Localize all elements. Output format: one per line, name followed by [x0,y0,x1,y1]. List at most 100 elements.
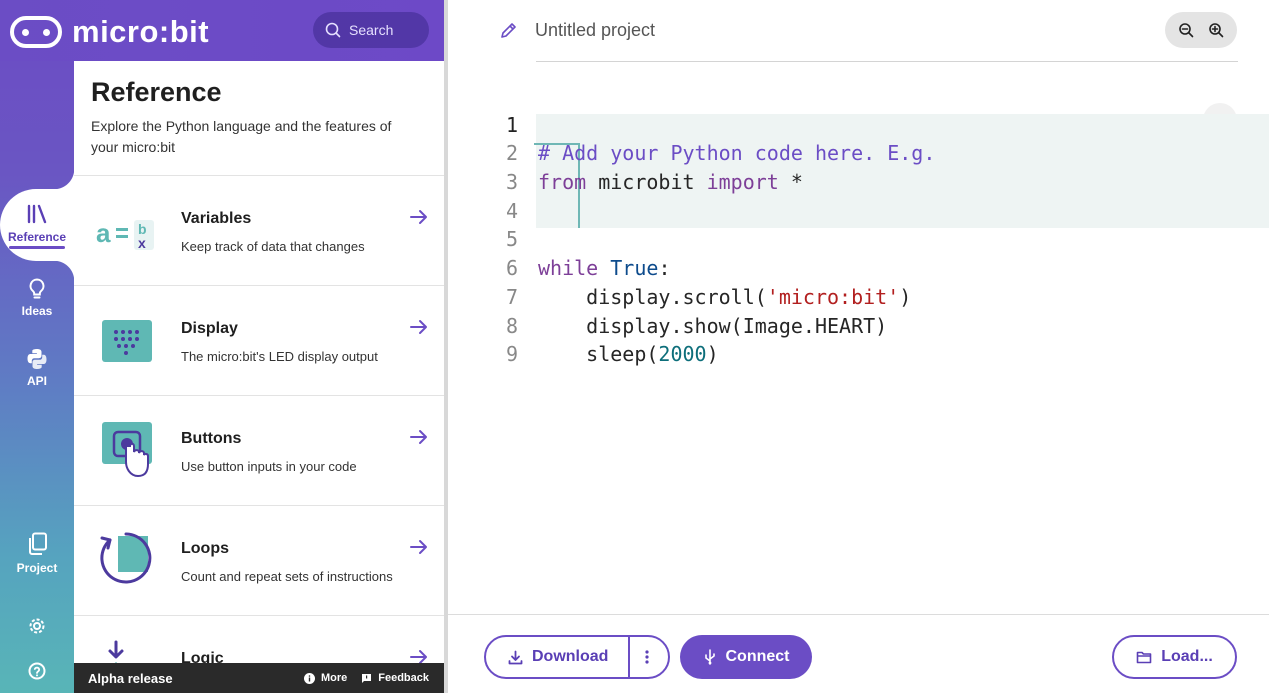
code-text: sleep(2000) [538,340,719,369]
brand-name: micro:bit [72,14,210,49]
nav-active-underline [9,246,65,249]
search-label: Search [349,22,394,38]
feedback-link-label: Feedback [378,672,429,684]
nav-project-label: Project [16,561,58,575]
more-actions-button[interactable] [634,650,668,664]
editor-area: Untitled project 1 # Add your Python cod… [448,0,1269,693]
gear-icon [29,618,45,634]
usb-icon [704,649,715,665]
release-bar: Alpha release More Feedback [74,663,444,693]
reference-item-display[interactable]: Display The micro:bit's LED display outp… [74,285,444,395]
code-line: 8 sleep(2000) [448,283,1269,367]
python-icon [27,349,47,369]
lightbulb-icon [29,278,45,299]
pencil-icon [501,23,516,38]
code-token: sleep( [538,342,659,367]
code-line: 4 [448,168,1269,223]
logic-icon [108,640,124,663]
search-icon [325,22,341,38]
download-button[interactable]: Download [484,635,670,679]
button-press-icon [102,422,152,478]
files-icon [29,532,47,555]
svg-text:x: x [138,235,146,251]
reference-item-title: Display [181,320,238,337]
actions-divider [448,614,1269,615]
code-line: 7 display.show(Image.HEART) [448,254,1269,338]
top-bar: micro:bit Search [0,0,444,61]
arrow-right-icon [410,650,427,663]
nav-reference-label: Reference [7,230,67,244]
settings-button[interactable] [0,617,74,635]
release-label: Alpha release [88,670,173,686]
nav-reference[interactable]: Reference [0,204,74,249]
reference-item-loops[interactable]: Loops Count and repeat sets of instructi… [74,505,444,615]
load-label: Load... [1161,648,1213,665]
code-line: 3 [448,139,1269,194]
panel-subtitle: Explore the Python language and the feat… [91,118,392,155]
nav-api[interactable]: API [0,348,74,388]
side-nav [0,0,74,693]
more-vertical-icon [644,650,649,664]
nav-project[interactable]: Project [0,532,74,575]
reference-item-description: Use button inputs in your code [181,459,357,474]
reference-item-title: Buttons [181,430,242,447]
help-circle-icon [28,662,46,680]
reference-list: a b x Variables Keep track of data that … [74,175,444,663]
zoom-in-icon[interactable] [1208,22,1224,38]
feedback-link[interactable]: Feedback [361,672,429,684]
code-editor[interactable]: 1 # Add your Python code here. E.g. 2 fr… [448,82,1269,367]
search-button[interactable]: Search [313,12,429,48]
code-line: 1 # Add your Python code here. E.g. [448,82,1269,166]
project-name: Untitled project [535,20,656,40]
folder-icon [1136,651,1152,664]
reference-item-description: The micro:bit's LED display output [181,349,378,364]
download-icon [508,650,523,664]
arrow-right-icon [410,430,427,444]
load-button[interactable]: Load... [1112,635,1237,679]
nav-ideas[interactable]: Ideas [0,278,74,318]
reference-item-variables[interactable]: a b x Variables Keep track of data that … [74,175,444,285]
led-display-icon [102,320,152,362]
feedback-icon [362,673,372,683]
more-link-label: More [320,672,348,684]
panel-title: Reference [91,77,222,107]
help-button[interactable] [0,662,74,680]
code-token: ) [706,342,719,367]
connect-label: Connect [725,648,790,665]
nav-ideas-label: Ideas [21,304,53,318]
reference-item-description: Keep track of data that changes [181,239,365,254]
line-number: 9 [505,342,518,367]
reference-item-title: Variables [181,210,252,227]
arrow-right-icon [410,540,427,554]
arrow-right-icon [410,320,427,334]
code-line: 5 while True: [448,197,1269,280]
zoom-controls [1165,12,1237,48]
code-line: 9 [448,312,1269,366]
reference-panel: Reference Explore the Python language an… [74,61,444,663]
reference-item-description: Count and repeat sets of instructions [181,569,393,584]
microbit-logo-icon [10,16,62,48]
svg-text:a: a [96,218,111,248]
download-action[interactable]: Download [508,648,608,666]
arrow-right-icon [410,210,427,224]
connect-button[interactable]: Connect [680,635,812,679]
library-icon [27,204,47,224]
reference-item-logic[interactable]: Logic [74,615,444,663]
variables-icon: a b x [96,218,154,251]
more-link[interactable]: More [303,672,348,684]
reference-item-title: Loops [181,540,229,557]
download-label: Download [532,648,609,665]
code-line: 2 from microbit import * [448,111,1269,194]
project-name-button[interactable]: Untitled project [500,20,655,41]
info-icon [303,672,315,684]
reference-item-buttons[interactable]: Buttons Use button inputs in your code [74,395,444,505]
microbit-logo[interactable]: micro:bit [10,14,209,50]
code-number: 2000 [658,342,707,367]
nav-api-label: API [26,374,47,388]
download-split-divider [628,637,630,677]
loop-icon [100,532,152,584]
zoom-out-icon[interactable] [1178,22,1194,38]
title-divider [536,61,1238,62]
reference-item-title: Logic [181,650,224,663]
code-line: 6 display.scroll('micro:bit') [448,225,1269,309]
